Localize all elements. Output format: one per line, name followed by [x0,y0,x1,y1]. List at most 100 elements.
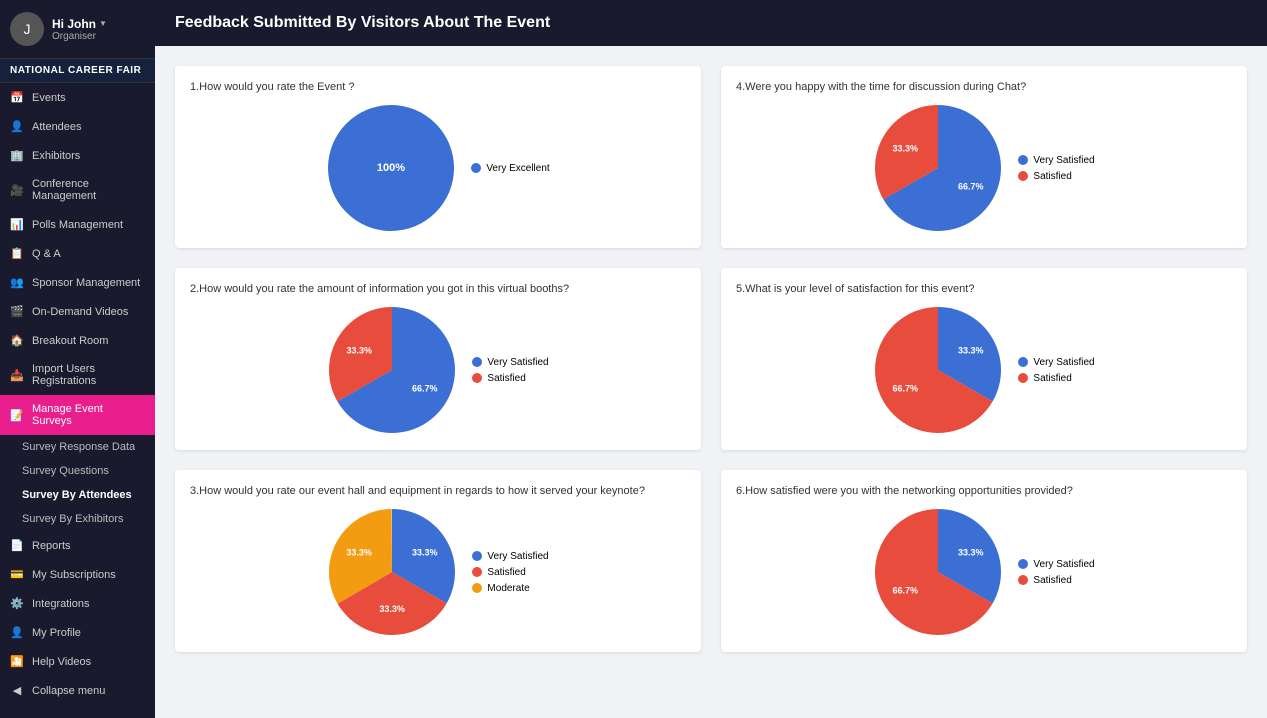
pie-chart-q3: 33.3%33.3%33.3% [327,507,457,637]
nav-icon-sponsor: 👥 [10,276,24,289]
nav-label-breakout: Breakout Room [32,335,108,347]
nav-icon-surveys: 📝 [10,409,24,422]
legend-q4: Very SatisfiedSatisfied [1018,155,1094,182]
sub-item-by_exhibitors[interactable]: Survey By Exhibitors [0,507,155,531]
sub-item-by_attendees[interactable]: Survey By Attendees [0,483,155,507]
svg-text:33.3%: 33.3% [958,345,984,355]
dropdown-arrow-icon: ▼ [99,19,107,28]
nav-label-attendees: Attendees [32,121,82,133]
sidebar: J Hi John ▼ Organiser NATIONAL CAREER FA… [0,0,155,718]
sidebar-item-attendees[interactable]: 👤 Attendees [0,112,155,141]
org-label: NATIONAL CAREER FAIR [0,59,155,83]
sidebar-item-events[interactable]: 📅Events [0,83,155,112]
nav-label-sponsor: Sponsor Management [32,277,140,289]
svg-text:66.7%: 66.7% [958,181,984,191]
legend-q5: Very Satisfied Satisfied [1018,357,1094,384]
pie-chart-q6: 33.3%66.7% [873,507,1003,637]
legend-dot [472,583,482,593]
nav-icon-exhibitors: 🏢 [10,149,24,162]
nav-icon-polls: 📊 [10,218,24,231]
svg-text:100%: 100% [377,162,405,174]
nav-icon-collapse: ◀ [10,684,24,697]
legend-item: Very Satisfied [472,551,548,562]
legend-item: Satisfied [1018,373,1094,384]
svg-text:33.3%: 33.3% [347,548,373,558]
legend-dot [1018,357,1028,367]
legend-label: Satisfied [1033,373,1071,384]
nav-icon-profile: 👤 [10,626,24,639]
sidebar-item-reports[interactable]: 📄Reports [0,531,155,560]
svg-text:66.7%: 66.7% [893,383,919,393]
chart-card-q2: 2.How would you rate the amount of infor… [175,268,701,450]
sidebar-item-import[interactable]: 📥Import Users Registrations [0,355,155,395]
legend-dot [472,373,482,383]
nav-label-subscriptions: My Subscriptions [32,569,116,581]
sub-item-response[interactable]: Survey Response Data [0,435,155,459]
sidebar-item-surveys[interactable]: 📝Manage Event Surveys [0,395,155,435]
nav-icon-integrations: ⚙️ [10,597,24,610]
sidebar-item-help[interactable]: 🎦Help Videos [0,647,155,676]
legend-dot [472,357,482,367]
chart-question-q6: 6.How satisfied were you with the networ… [736,485,1232,497]
user-role: Organiser [52,31,107,42]
legend-label: Very Satisfied [1033,357,1094,368]
avatar: J [10,12,44,46]
nav-items: 📅Events 👤 Attendees 🏢 Exhibitors 🎥 Conference … [0,83,155,705]
legend-dot [1018,171,1028,181]
legend-item: Satisfied [1018,575,1094,586]
nav-icon-qa: 📋 [10,247,24,260]
nav-label-events: Events [32,92,66,104]
chart-container-q2: 66.7%33.3%Very SatisfiedSatisfied [190,305,686,435]
legend-item: Moderate [472,583,548,594]
nav-label-qa: Q & A [32,248,61,260]
sidebar-item-subscriptions[interactable]: 💳My Subscriptions [0,560,155,589]
nav-icon-help: 🎦 [10,655,24,668]
legend-dot [1018,575,1028,585]
chart-question-q1: 1.How would you rate the Event ? [190,81,686,93]
legend-label: Satisfied [1033,575,1071,586]
legend-label: Satisfied [487,373,525,384]
chart-question-q2: 2.How would you rate the amount of infor… [190,283,686,295]
chart-container-q6: 33.3%66.7% Very Satisfied Satisfied [736,507,1232,637]
sidebar-item-breakout[interactable]: 🏠 Breakout Room [0,326,155,355]
legend-label: Very Excellent [486,163,549,174]
sidebar-item-ondemand[interactable]: 🎬On-Demand Videos [0,297,155,326]
nav-label-integrations: Integrations [32,598,89,610]
sidebar-item-polls[interactable]: 📊Polls Management [0,210,155,239]
sidebar-item-profile[interactable]: 👤 My Profile [0,618,155,647]
nav-icon-breakout: 🏠 [10,334,24,347]
sidebar-item-qa[interactable]: 📋 Q & A [0,239,155,268]
nav-label-conference: Conference Management [32,178,145,202]
chart-card-q6: 6.How satisfied were you with the networ… [721,470,1247,652]
svg-text:33.3%: 33.3% [893,143,919,153]
legend-q6: Very Satisfied Satisfied [1018,559,1094,586]
sidebar-item-conference[interactable]: 🎥 Conference Management [0,170,155,210]
sub-item-questions[interactable]: Survey Questions [0,459,155,483]
svg-text:33.3%: 33.3% [347,345,373,355]
legend-dot [471,163,481,173]
chart-question-q3: 3.How would you rate our event hall and … [190,485,686,497]
sidebar-item-exhibitors[interactable]: 🏢 Exhibitors [0,141,155,170]
nav-icon-conference: 🎥 [10,184,24,197]
svg-text:66.7%: 66.7% [893,585,919,595]
user-section[interactable]: J Hi John ▼ Organiser [0,0,155,59]
legend-label: Very Satisfied [487,551,548,562]
svg-text:66.7%: 66.7% [412,383,438,393]
sidebar-item-integrations[interactable]: ⚙️ Integrations [0,589,155,618]
content-area: 1.How would you rate the Event ? 100% Very… [155,46,1267,718]
sidebar-item-sponsor[interactable]: 👥 Sponsor Management [0,268,155,297]
legend-item: Very Satisfied [1018,559,1094,570]
nav-label-exhibitors: Exhibitors [32,150,80,162]
nav-icon-attendees: 👤 [10,120,24,133]
sidebar-item-collapse[interactable]: ◀Collapse menu [0,676,155,705]
chart-container-q4: 66.7% 33.3% Very SatisfiedSatisfied [736,103,1232,233]
chart-question-q5: 5.What is your level of satisfaction for… [736,283,1232,295]
pie-chart-q2: 66.7% 33.3% [327,305,457,435]
legend-item: Very Satisfied [1018,357,1094,368]
nav-label-import: Import Users Registrations [32,363,145,387]
nav-icon-reports: 📄 [10,539,24,552]
legend-label: Satisfied [1033,171,1071,182]
nav-label-profile: My Profile [32,627,81,639]
legend-dot [472,567,482,577]
nav-icon-ondemand: 🎬 [10,305,24,318]
